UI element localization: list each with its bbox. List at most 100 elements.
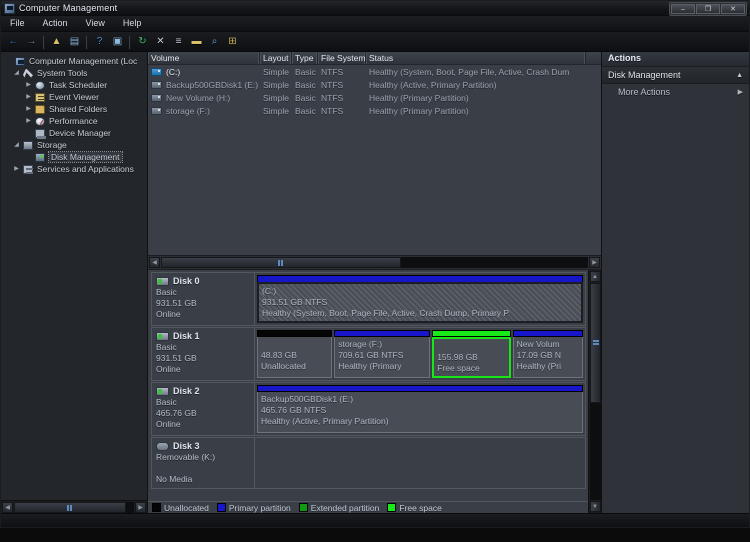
details-horizontal-scrollbar[interactable]: ◀ ▶ xyxy=(148,255,601,270)
disk-title: Disk 2 xyxy=(156,386,254,396)
disk-row[interactable]: Disk 3 Removable (K:) No Media xyxy=(151,437,586,489)
scroll-down-arrow-icon[interactable]: ▼ xyxy=(589,501,601,512)
disk-row[interactable]: Disk 0 Basic 931.51 GB Online (C:) 931.51 GB … xyxy=(151,272,586,326)
partition-text-line: Free space xyxy=(437,363,480,373)
tree-item-event-viewer[interactable]: ▶ Event Viewer xyxy=(3,91,147,103)
expander-icon[interactable]: ▶ xyxy=(23,79,34,91)
disk-label-panel[interactable]: Disk 0 Basic 931.51 GB Online xyxy=(152,273,255,325)
titlebar[interactable]: Computer Management – ❐ ✕ xyxy=(1,1,749,16)
menu-action[interactable]: Action xyxy=(40,17,76,30)
tree-item-storage[interactable]: ◢ Storage xyxy=(3,139,147,151)
disk-label-panel[interactable]: Disk 3 Removable (K:) No Media xyxy=(152,438,255,488)
tree-item-system-tools[interactable]: ◢ System Tools xyxy=(3,67,147,79)
volume-row[interactable]: New Volume (H:) Simple Basic NTFS Healthy (P… xyxy=(148,91,601,104)
volume-row[interactable]: Backup500GBDisk1 (E:) Simple Basic NTFS Heal… xyxy=(148,78,601,91)
partition-text-line: 931.51 GB NTFS xyxy=(262,297,328,307)
tree-horizontal-scrollbar[interactable]: ◀ ▶ xyxy=(1,500,147,513)
expander-icon[interactable]: ◢ xyxy=(11,67,22,79)
minimize-button[interactable]: – xyxy=(671,4,695,14)
volume-row[interactable]: (C:) Simple Basic NTFS Healthy (System, Boot… xyxy=(148,65,601,78)
disk-label-panel[interactable]: Disk 1 Basic 931.51 GB Online xyxy=(152,328,255,380)
volume-list-rows: (C:) Simple Basic NTFS Healthy (System, Boot… xyxy=(148,65,601,255)
rescan-disks-icon-glyph: ⊞ xyxy=(228,35,237,47)
tree-item-label: Storage xyxy=(37,140,67,150)
partition-block[interactable]: New Volum 17.09 GB N Healthy (Pri xyxy=(512,330,584,378)
tree-scroll-thumb[interactable] xyxy=(14,501,126,513)
menu-help[interactable]: Help xyxy=(120,17,150,30)
volume-layout-cell: Simple xyxy=(263,79,289,90)
tree-item-performance[interactable]: ▶ Performance xyxy=(3,115,147,127)
column-header-volume[interactable]: Volume xyxy=(148,52,260,64)
scroll-up-arrow-icon[interactable]: ▲ xyxy=(589,271,601,282)
scroll-left-arrow-icon[interactable]: ◀ xyxy=(149,257,160,268)
partition-block[interactable]: (C:) 931.51 GB NTFS Healthy (System, Boot,… xyxy=(257,275,583,323)
volume-type-cell: Basic xyxy=(295,66,316,77)
expander-icon[interactable]: ◢ xyxy=(11,139,22,151)
expander-icon[interactable]: ▶ xyxy=(23,115,34,127)
rescan-disks-icon[interactable]: ⊞ xyxy=(224,33,241,50)
details-scroll-track[interactable] xyxy=(161,257,588,268)
expander-icon[interactable]: ▶ xyxy=(11,163,22,175)
column-header-layout[interactable]: Layout xyxy=(260,52,292,64)
disk-view-scroll-thumb[interactable] xyxy=(589,283,601,403)
column-header-status[interactable]: Status xyxy=(366,52,586,64)
tree-item-label: Computer Management (Loc xyxy=(29,56,138,66)
properties-icon[interactable]: ▣ xyxy=(109,33,126,50)
details-scroll-thumb[interactable] xyxy=(161,257,401,268)
disk-view-scroll-track[interactable] xyxy=(589,283,601,500)
partition-block[interactable]: storage (F:) 709.61 GB NTFS Healthy (Prima… xyxy=(334,330,431,378)
hard-disk-icon xyxy=(156,331,169,341)
disk-row[interactable]: Disk 1 Basic 931.51 GB Online 48.83 GB Unall… xyxy=(151,327,586,381)
disk-row[interactable]: Disk 2 Basic 465.76 GB Online Backup500GBDis… xyxy=(151,382,586,436)
partition-block[interactable]: 155.98 GB Free space xyxy=(432,330,511,378)
tree-item-shared-folders[interactable]: ▶ Shared Folders xyxy=(3,103,147,115)
desktop: Computer Management – ❐ ✕ File Action View… xyxy=(0,0,750,542)
back-icon[interactable]: ← xyxy=(5,33,22,50)
export-list-icon[interactable]: ≡ xyxy=(170,33,187,50)
help-icon[interactable]: ? xyxy=(91,33,108,50)
expander-icon[interactable]: ▶ xyxy=(23,103,34,115)
tree-scroll-track[interactable] xyxy=(14,501,134,513)
actions-group-disk-management[interactable]: Disk Management ▲ xyxy=(602,67,749,84)
close-button[interactable]: ✕ xyxy=(721,4,745,14)
refresh-icon[interactable]: ↻ xyxy=(134,33,151,50)
volume-status-cell: Healthy (Active, Primary Partition) xyxy=(369,79,497,90)
partition-block[interactable]: Backup500GBDisk1 (E:) 465.76 GB NTFS Healt… xyxy=(257,385,583,433)
forward-icon[interactable]: → xyxy=(23,33,40,50)
partition-info: 155.98 GB Free space xyxy=(432,337,511,378)
delete-icon[interactable]: ✕ xyxy=(152,33,169,50)
disk-view-vertical-scrollbar[interactable]: ▲ ▼ xyxy=(588,270,601,513)
show-hide-tree-icon[interactable]: ▤ xyxy=(66,33,83,50)
action-more-actions[interactable]: More Actions ▶ xyxy=(602,84,749,100)
disk-name: Disk 3 xyxy=(173,441,200,451)
tree-item-device-manager[interactable]: Device Manager xyxy=(3,127,147,139)
search-icon[interactable]: ⌕ xyxy=(206,33,223,50)
disk-graphical-view: Disk 0 Basic 931.51 GB Online (C:) 931.51 GB … xyxy=(148,270,601,513)
up-folder-icon[interactable]: ▲ xyxy=(48,33,65,50)
taskbar-strip xyxy=(0,528,750,542)
computer-management-icon xyxy=(4,2,15,14)
scroll-left-arrow-icon[interactable]: ◀ xyxy=(2,501,13,513)
tree-item-task-scheduler[interactable]: ▶ Task Scheduler xyxy=(3,79,147,91)
open-folder-icon[interactable]: ▬ xyxy=(188,33,205,50)
partition-block[interactable]: 48.83 GB Unallocated xyxy=(257,330,333,378)
services-icon-shape xyxy=(23,164,33,174)
maximize-button[interactable]: ❐ xyxy=(696,4,720,14)
column-header-file-system[interactable]: File System xyxy=(318,52,366,64)
tree-item-services-and-applications[interactable]: ▶ Services and Applications xyxy=(3,163,147,175)
scroll-right-arrow-icon[interactable]: ▶ xyxy=(589,257,600,268)
chevron-right-icon: ▶ xyxy=(737,89,743,96)
actions-pane-filler xyxy=(602,100,749,513)
expander-icon[interactable]: ▶ xyxy=(23,91,34,103)
toolbar: ← → ▲ ▤? ▣ ↻ ✕ ≡ ▬ ⌕ ⊞ xyxy=(1,32,749,52)
disk-label-panel[interactable]: Disk 2 Basic 465.76 GB Online xyxy=(152,383,255,435)
menu-file[interactable]: File xyxy=(7,17,33,30)
tree-item-label: Event Viewer xyxy=(49,92,99,102)
tree-item-computer-management-loc[interactable]: Computer Management (Loc xyxy=(3,55,147,67)
tree-item-disk-management[interactable]: Disk Management xyxy=(3,151,147,163)
menu-view[interactable]: View xyxy=(83,17,113,30)
volume-row[interactable]: storage (F:) Simple Basic NTFS Healthy (Prim… xyxy=(148,104,601,117)
disk-rows-area: Disk 0 Basic 931.51 GB Online (C:) 931.51 GB … xyxy=(148,270,588,513)
column-header-type[interactable]: Type xyxy=(292,52,318,64)
scroll-right-arrow-icon[interactable]: ▶ xyxy=(135,501,146,513)
